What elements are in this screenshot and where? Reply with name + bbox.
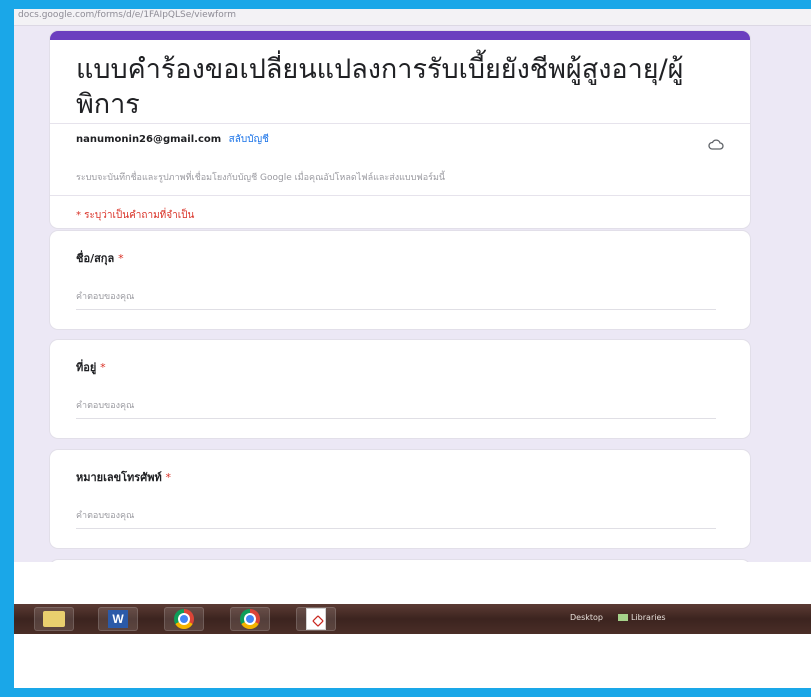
taskbar-chrome-button[interactable]	[164, 607, 204, 631]
required-star: *	[100, 361, 106, 374]
question-label: ที่อยู่ *	[76, 358, 106, 376]
question-text: ชื่อ/สกุล	[76, 252, 115, 265]
question-card-name: ชื่อ/สกุล * คำตอบของคุณ	[50, 231, 750, 329]
answer-input-phone[interactable]: คำตอบของคุณ	[76, 508, 716, 529]
chrome-icon	[174, 609, 194, 629]
save-notice: ระบบจะบันทึกชื่อและรูปภาพที่เชื่อมโยงกับ…	[76, 173, 446, 183]
address-bar-text: docs.google.com/forms/d/e/1FAIpQLSe/view…	[18, 10, 237, 20]
word-icon: W	[108, 610, 128, 628]
question-card-phone: หมายเลขโทรศัพท์ * คำตอบของคุณ	[50, 450, 750, 548]
address-bar[interactable]: docs.google.com/forms/d/e/1FAIpQLSe/view…	[14, 9, 811, 26]
taskbar-libraries[interactable]: Libraries	[618, 613, 666, 622]
header-divider	[50, 123, 750, 124]
question-card-address: ที่อยู่ * คำตอบของคุณ	[50, 340, 750, 438]
question-text: ที่อยู่	[76, 361, 97, 374]
question-label: ชื่อ/สกุล *	[76, 249, 124, 267]
viewport-bottom-band	[14, 562, 811, 604]
taskbar-word-button[interactable]: W	[98, 607, 138, 631]
libraries-icon	[618, 614, 628, 621]
answer-input-name[interactable]: คำตอบของคุณ	[76, 289, 716, 310]
question-text: หมายเลขโทรศัพท์	[76, 471, 162, 484]
pdf-icon	[306, 608, 326, 630]
required-note: * ระบุว่าเป็นคำถามที่จำเป็น	[76, 210, 195, 221]
taskbar-chrome-button-2[interactable]	[230, 607, 270, 631]
account-row: nanumonin26@gmail.com สลับบัญชี	[76, 132, 269, 147]
taskbar-explorer-button[interactable]	[34, 607, 74, 631]
switch-account-link[interactable]: สลับบัญชี	[229, 134, 269, 145]
taskbar-libraries-label: Libraries	[631, 613, 666, 622]
notice-divider	[50, 195, 750, 196]
form-header-card: แบบคำร้องขอเปลี่ยนแปลงการรับเบี้ยยังชีพผ…	[50, 31, 750, 228]
taskbar-pdf-button[interactable]	[296, 607, 336, 631]
answer-input-address[interactable]: คำตอบของคุณ	[76, 398, 716, 419]
browser-viewport: docs.google.com/forms/d/e/1FAIpQLSe/view…	[14, 9, 811, 604]
account-email: nanumonin26@gmail.com	[76, 134, 222, 145]
required-star: *	[118, 252, 124, 265]
cloud-icon	[708, 139, 724, 150]
folder-icon	[43, 611, 65, 627]
taskbar: W Desktop Libraries	[14, 604, 811, 634]
required-star: *	[165, 471, 172, 484]
chrome-icon	[240, 609, 260, 629]
form-title: แบบคำร้องขอเปลี่ยนแปลงการรับเบี้ยยังชีพผ…	[76, 54, 684, 120]
taskbar-desktop-label[interactable]: Desktop	[570, 613, 603, 622]
question-label: หมายเลขโทรศัพท์ *	[76, 468, 171, 486]
